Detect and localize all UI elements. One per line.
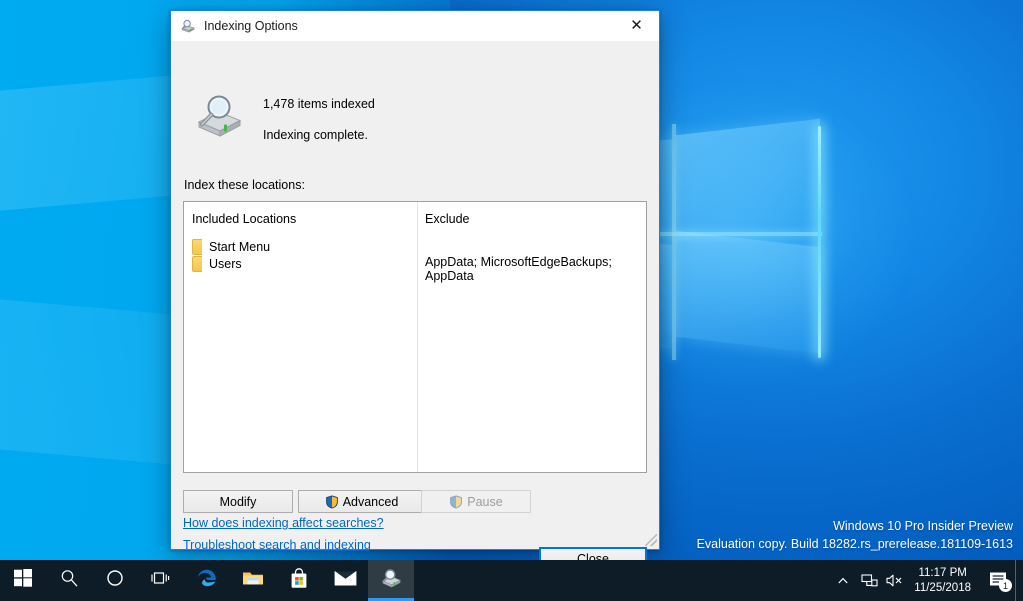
microsoft-store-button[interactable] <box>276 560 322 601</box>
taskbar: 11:17 PM 11/25/2018 1 <box>0 560 1023 601</box>
clock-time: 11:17 PM <box>918 566 967 579</box>
folder-icon <box>192 238 202 255</box>
store-bag-icon <box>289 567 309 594</box>
list-item[interactable]: Start Menu <box>192 238 270 255</box>
windows-logo-icon <box>14 569 32 592</box>
indexing-options-icon <box>180 18 196 34</box>
system-tray: 11:17 PM 11/25/2018 1 <box>830 560 1023 601</box>
cortana-button[interactable] <box>92 560 138 601</box>
file-explorer-button[interactable] <box>230 560 276 601</box>
folder-icon <box>242 569 264 593</box>
dialog-title: Indexing Options <box>204 19 298 33</box>
watermark-line-1: Windows 10 Pro Insider Preview <box>833 519 1013 533</box>
indexing-options-icon <box>380 567 402 594</box>
hero-pane-bottom-right <box>676 230 820 354</box>
pause-button-label: Pause <box>467 494 503 509</box>
indexing-state-text: Indexing complete. <box>263 128 368 142</box>
mail-envelope-icon <box>333 570 357 592</box>
edge-icon <box>196 567 218 594</box>
dialog-body: 1,478 items indexed Indexing complete. I… <box>171 41 659 570</box>
uac-shield-icon <box>449 494 463 509</box>
indexing-status-row: 1,478 items indexed Indexing complete. <box>171 57 659 142</box>
advanced-button-label: Advanced <box>342 494 399 509</box>
list-item[interactable]: Users <box>192 255 242 272</box>
hero-pane-top-right <box>676 118 820 242</box>
pause-button: Pause <box>421 490 531 513</box>
windows-evaluation-watermark: Windows 10 Pro Insider Preview Evaluatio… <box>697 517 1013 553</box>
indexing-options-button[interactable] <box>368 560 414 601</box>
volume-muted-icon[interactable] <box>882 560 908 601</box>
wallpaper-hero-window <box>566 112 824 360</box>
network-icon[interactable] <box>856 560 882 601</box>
clock[interactable]: 11:17 PM 11/25/2018 <box>908 566 981 596</box>
advanced-button[interactable]: Advanced <box>298 490 425 513</box>
indexing-options-dialog: Indexing Options ✕ 1,478 items indexed I… <box>170 10 660 570</box>
task-view-icon <box>151 569 171 592</box>
link-troubleshoot-search-indexing[interactable]: Troubleshoot search and indexing <box>183 538 371 552</box>
close-icon[interactable]: ✕ <box>614 11 659 40</box>
start-button[interactable] <box>0 560 46 601</box>
hero-glow-edge <box>818 126 821 358</box>
watermark-line-2: Evaluation copy. Build 18282.rs_prerelea… <box>696 537 1013 551</box>
location-label: Start Menu <box>209 239 271 254</box>
resize-grip[interactable] <box>645 534 657 546</box>
mail-button[interactable] <box>322 560 368 601</box>
search-icon <box>60 569 79 593</box>
search-drive-icon <box>193 89 245 141</box>
indexed-locations-listbox[interactable]: Included Locations Exclude Start Menu Us… <box>183 201 647 473</box>
modify-button[interactable]: Modify <box>183 490 293 513</box>
search-button[interactable] <box>46 560 92 601</box>
column-header-included-locations: Included Locations <box>192 212 297 226</box>
hero-mullion-vertical <box>672 124 676 360</box>
location-label: Users <box>209 256 242 271</box>
clock-date: 11/25/2018 <box>914 581 971 594</box>
exclude-value: AppData; MicrosoftEdgeBackups; AppData <box>425 255 612 283</box>
show-desktop-button[interactable] <box>1015 560 1023 601</box>
cortana-circle-icon <box>106 569 124 592</box>
column-header-exclude: Exclude <box>425 212 470 226</box>
action-center-button[interactable]: 1 <box>981 560 1015 601</box>
desktop: Windows 10 Pro Insider Preview Evaluatio… <box>0 0 1023 601</box>
show-hidden-icons-button[interactable] <box>830 560 856 601</box>
dialog-titlebar[interactable]: Indexing Options ✕ <box>171 11 659 41</box>
task-view-button[interactable] <box>138 560 184 601</box>
uac-shield-icon <box>325 494 339 509</box>
action-center-badge: 1 <box>999 579 1012 592</box>
link-indexing-affect-searches[interactable]: How does indexing affect searches? <box>183 516 384 530</box>
modify-button-label: Modify <box>219 494 257 509</box>
items-indexed-text: 1,478 items indexed <box>263 97 375 111</box>
column-divider <box>417 202 418 472</box>
edge-button[interactable] <box>184 560 230 601</box>
index-locations-label: Index these locations: <box>184 178 305 192</box>
folder-icon <box>192 255 202 272</box>
